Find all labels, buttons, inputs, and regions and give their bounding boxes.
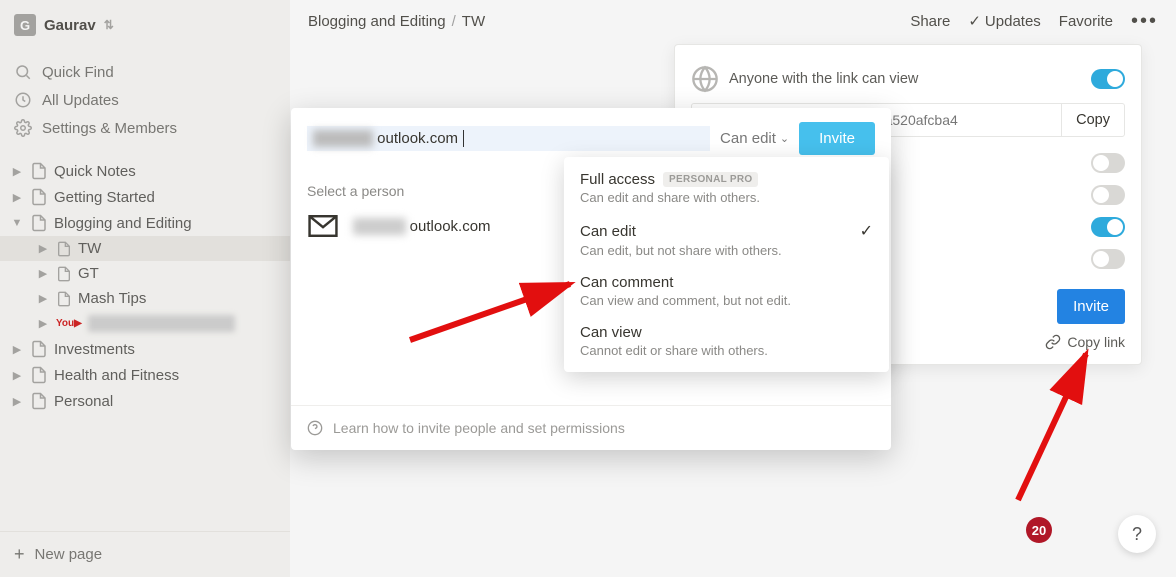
chevron-right-icon[interactable]: ▶ [36, 317, 50, 330]
sidebar-page-label: Getting Started [54, 189, 155, 206]
chevron-right-icon[interactable]: ▶ [10, 343, 24, 356]
chevron-right-icon[interactable]: ▶ [10, 369, 24, 382]
sidebar-page-quick-notes[interactable]: ▶ Quick Notes [0, 158, 290, 184]
page-icon [30, 188, 48, 206]
sidebar-page-blogging-editing[interactable]: ▼ Blogging and Editing [0, 210, 290, 236]
favorite-button[interactable]: Favorite [1059, 13, 1113, 30]
quick-find[interactable]: Quick Find [0, 58, 290, 86]
invite-email-input[interactable]: xxxxxxxx ████████ outlook.comoutlook.com [307, 126, 710, 151]
copy-link-label: Copy link [1067, 334, 1125, 350]
help-button[interactable]: ? [1118, 515, 1156, 553]
topbar: Blogging and Editing / TW Share ✓Updates… [290, 0, 1176, 42]
invite-learn-label: Learn how to invite people and set permi… [333, 420, 625, 436]
check-icon: ✓ [968, 12, 981, 30]
sidebar-page-label: Investments [54, 341, 135, 358]
share-anyone-label: Anyone with the link can view [729, 71, 1081, 87]
page-icon [30, 340, 48, 358]
new-page-label: New page [35, 546, 103, 563]
all-updates-label: All Updates [42, 92, 119, 109]
breadcrumb-parent[interactable]: Blogging and Editing [308, 13, 446, 30]
plus-icon: + [14, 544, 25, 565]
invite-permission-dropdown[interactable]: Can edit ⌄ [720, 130, 789, 147]
sidebar-page-tw[interactable]: ▶ TW [0, 236, 290, 261]
notification-count-badge: 20 [1026, 517, 1052, 543]
sidebar-page-personal[interactable]: ▶ Personal [0, 388, 290, 414]
share-toggle-2[interactable] [1091, 153, 1125, 173]
breadcrumb-current[interactable]: TW [462, 13, 485, 30]
copy-url-button[interactable]: Copy [1061, 104, 1124, 136]
sidebar: G Gaurav ⇅ Quick Find All Updates Settin… [0, 0, 290, 577]
more-menu-icon[interactable]: ••• [1131, 16, 1158, 26]
chevron-right-icon[interactable]: ▶ [10, 165, 24, 178]
share-toggle-5[interactable] [1091, 249, 1125, 269]
breadcrumb-sep: / [452, 13, 456, 30]
all-updates[interactable]: All Updates [0, 86, 290, 114]
sidebar-page-label: GT [78, 265, 99, 282]
chevron-right-icon[interactable]: ▶ [10, 395, 24, 408]
link-icon [1045, 334, 1061, 350]
new-page-button[interactable]: + New page [0, 531, 290, 577]
sidebar-page-getting-started[interactable]: ▶ Getting Started [0, 184, 290, 210]
personal-pro-badge: PERSONAL PRO [663, 172, 758, 187]
help-icon [307, 420, 323, 436]
envelope-icon [307, 215, 339, 237]
settings-members[interactable]: Settings & Members [0, 114, 290, 142]
sidebar-page-label: Redacted Page Name [88, 315, 236, 332]
page-icon [56, 241, 72, 257]
sidebar-page-label: Personal [54, 393, 113, 410]
workspace-name: Gaurav [44, 17, 96, 34]
invite-submit-button[interactable]: Invite [799, 122, 875, 155]
chevron-down-icon[interactable]: ▼ [10, 217, 24, 229]
avatar: G [14, 14, 36, 36]
youtube-icon: You▶ [56, 318, 82, 329]
perm-can-comment[interactable]: Can comment Can view and comment, but no… [564, 266, 889, 316]
share-toggle-4[interactable] [1091, 217, 1125, 237]
chevron-right-icon[interactable]: ▶ [10, 191, 24, 204]
share-web-toggle[interactable] [1091, 69, 1125, 89]
share-invite-button[interactable]: Invite [1057, 289, 1125, 324]
sidebar-page-label: Blogging and Editing [54, 215, 192, 232]
sidebar-page-label: Quick Notes [54, 163, 136, 180]
globe-icon [691, 65, 719, 93]
page-icon [30, 392, 48, 410]
page-icon [56, 291, 72, 307]
page-icon [30, 366, 48, 384]
sidebar-page-mash-tips[interactable]: ▶ Mash Tips [0, 286, 290, 311]
share-button[interactable]: Share [910, 13, 950, 30]
chevron-updown-icon: ⇅ [104, 18, 114, 32]
sidebar-page-label: Mash Tips [78, 290, 146, 307]
invite-learn-link[interactable]: Learn how to invite people and set permi… [291, 405, 891, 450]
invite-permission-label: Can edit [720, 130, 776, 147]
workspace-switcher[interactable]: G Gaurav ⇅ [0, 8, 290, 42]
chevron-down-icon: ⌄ [780, 132, 789, 145]
perm-can-view[interactable]: Can view Cannot edit or share with other… [564, 316, 889, 366]
chevron-right-icon[interactable]: ▶ [36, 242, 50, 255]
updates-button[interactable]: ✓Updates [968, 12, 1040, 30]
sidebar-page-label: TW [78, 240, 101, 257]
sidebar-page-health-fitness[interactable]: ▶ Health and Fitness [0, 362, 290, 388]
share-toggle-3[interactable] [1091, 185, 1125, 205]
sidebar-page-label: Health and Fitness [54, 367, 179, 384]
settings-label: Settings & Members [42, 120, 177, 137]
permission-menu: Full access PERSONAL PRO Can edit and sh… [564, 157, 889, 372]
page-icon [30, 162, 48, 180]
perm-can-edit[interactable]: Can edit✓ Can edit, but not share with o… [564, 213, 889, 266]
page-icon [30, 214, 48, 232]
page-icon [56, 266, 72, 282]
chevron-right-icon[interactable]: ▶ [36, 292, 50, 305]
sidebar-page-gt[interactable]: ▶ GT [0, 261, 290, 286]
perm-full-access[interactable]: Full access PERSONAL PRO Can edit and sh… [564, 163, 889, 213]
sidebar-page-redacted[interactable]: ▶ You▶ Redacted Page Name [0, 311, 290, 336]
quick-find-label: Quick Find [42, 64, 114, 81]
check-icon: ✓ [860, 221, 873, 241]
chevron-right-icon[interactable]: ▶ [36, 267, 50, 280]
sidebar-page-investments[interactable]: ▶ Investments [0, 336, 290, 362]
